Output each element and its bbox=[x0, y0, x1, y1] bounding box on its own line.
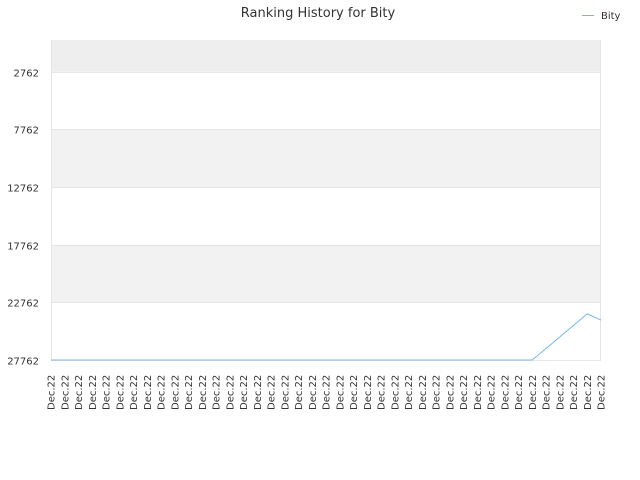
x-tick-label: Dec.22 bbox=[335, 375, 346, 410]
x-tick-label: Dec.22 bbox=[198, 375, 209, 410]
x-tick-label: Dec.22 bbox=[569, 375, 580, 410]
legend[interactable]: Bity bbox=[582, 11, 621, 22]
chart-title: Ranking History for Bity bbox=[241, 6, 396, 21]
x-tick-label: Dec.22 bbox=[514, 375, 525, 410]
ranking-chart: Ranking History for Bity Bity 2762 7762 12… bbox=[0, 0, 640, 480]
x-tick-label: Dec.22 bbox=[390, 375, 401, 410]
plot-band bbox=[51, 40, 601, 72]
x-tick-label: Dec.22 bbox=[404, 375, 415, 410]
x-tick-label: Dec.22 bbox=[225, 375, 236, 410]
x-tick-label: Dec.22 bbox=[60, 375, 71, 410]
x-tick-label: Dec.22 bbox=[583, 375, 594, 410]
y-tick-label: 12762 bbox=[7, 184, 39, 195]
x-tick-label: Dec.22 bbox=[418, 375, 429, 410]
x-tick-label: Dec.22 bbox=[253, 375, 264, 410]
y-tick-label: 27762 bbox=[7, 357, 39, 368]
x-tick-label: Dec.22 bbox=[74, 375, 85, 410]
y-tick-label: 2762 bbox=[14, 69, 39, 80]
chart-svg: Ranking History for Bity Bity 2762 7762 12… bbox=[7, 6, 621, 410]
x-tick-label: Dec.22 bbox=[322, 375, 333, 410]
x-tick-label: Dec.22 bbox=[157, 375, 168, 410]
x-axis: Dec.22 Dec.22 Dec.22 Dec.22 Dec.22 Dec.22 Dec.… bbox=[47, 375, 608, 410]
x-tick-label: Dec.22 bbox=[170, 375, 181, 410]
x-tick-label: Dec.22 bbox=[308, 375, 319, 410]
x-tick-label: Dec.22 bbox=[487, 375, 498, 410]
y-tick-label: 22762 bbox=[7, 299, 39, 310]
x-tick-label: Dec.22 bbox=[473, 375, 484, 410]
x-tick-label: Dec.22 bbox=[528, 375, 539, 410]
x-tick-label: Dec.22 bbox=[267, 375, 278, 410]
x-tick-label: Dec.22 bbox=[102, 375, 113, 410]
x-tick-label: Dec.22 bbox=[363, 375, 374, 410]
x-tick-label: Dec.22 bbox=[597, 375, 608, 410]
x-tick-label: Dec.22 bbox=[294, 375, 305, 410]
x-tick-label: Dec.22 bbox=[542, 375, 553, 410]
x-tick-label: Dec.22 bbox=[129, 375, 140, 410]
x-tick-label: Dec.22 bbox=[143, 375, 154, 410]
legend-label-bity: Bity bbox=[601, 11, 621, 22]
plot-band bbox=[51, 71, 601, 130]
plot-band bbox=[51, 129, 601, 188]
plot-band bbox=[51, 244, 601, 303]
x-tick-label: Dec.22 bbox=[445, 375, 456, 410]
x-tick-label: Dec.22 bbox=[88, 375, 99, 410]
x-tick-label: Dec.22 bbox=[459, 375, 470, 410]
y-tick-label: 17762 bbox=[7, 242, 39, 253]
x-tick-label: Dec.22 bbox=[184, 375, 195, 410]
y-axis: 2762 7762 12762 17762 22762 27762 bbox=[7, 69, 39, 368]
x-tick-label: Dec.22 bbox=[212, 375, 223, 410]
x-tick-label: Dec.22 bbox=[377, 375, 388, 410]
x-tick-label: Dec.22 bbox=[47, 375, 58, 410]
x-tick-label: Dec.22 bbox=[432, 375, 443, 410]
x-tick-label: Dec.22 bbox=[349, 375, 360, 410]
x-tick-label: Dec.22 bbox=[280, 375, 291, 410]
y-tick-label: 7762 bbox=[14, 126, 39, 137]
x-tick-label: Dec.22 bbox=[500, 375, 511, 410]
x-tick-label: Dec.22 bbox=[115, 375, 126, 410]
x-tick-label: Dec.22 bbox=[239, 375, 250, 410]
plot-band bbox=[51, 187, 601, 245]
plot-bands bbox=[51, 40, 601, 360]
x-tick-label: Dec.22 bbox=[555, 375, 566, 410]
plot-band bbox=[51, 302, 601, 360]
